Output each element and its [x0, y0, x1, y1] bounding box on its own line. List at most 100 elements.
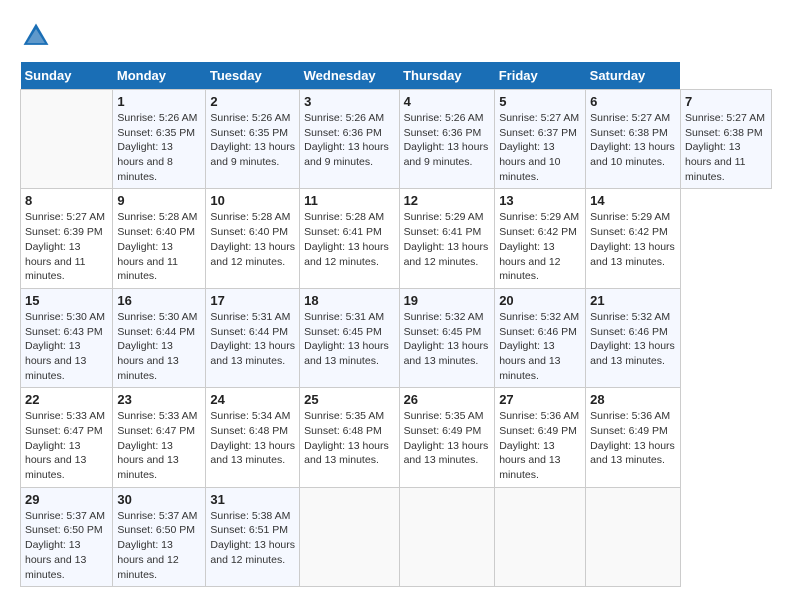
- sunset: Sunset: 6:38 PM: [590, 127, 668, 139]
- day-detail: Sunrise: 5:26 AM Sunset: 6:35 PM Dayligh…: [117, 111, 201, 184]
- day-detail: Sunrise: 5:28 AM Sunset: 6:41 PM Dayligh…: [304, 210, 394, 269]
- day-number: 20: [499, 293, 581, 308]
- daylight: Daylight: 13 hours and 12 minutes.: [404, 241, 489, 268]
- calendar-cell: [300, 487, 399, 586]
- day-detail: Sunrise: 5:36 AM Sunset: 6:49 PM Dayligh…: [590, 409, 676, 468]
- calendar-cell: 15 Sunrise: 5:30 AM Sunset: 6:43 PM Dayl…: [21, 288, 113, 387]
- day-detail: Sunrise: 5:28 AM Sunset: 6:40 PM Dayligh…: [210, 210, 295, 269]
- day-detail: Sunrise: 5:27 AM Sunset: 6:37 PM Dayligh…: [499, 111, 581, 184]
- day-number: 11: [304, 193, 394, 208]
- day-detail: Sunrise: 5:33 AM Sunset: 6:47 PM Dayligh…: [117, 409, 201, 482]
- sunset: Sunset: 6:39 PM: [25, 226, 103, 238]
- col-header-thursday: Thursday: [399, 62, 495, 90]
- day-number: 25: [304, 392, 394, 407]
- day-number: 1: [117, 94, 201, 109]
- day-detail: Sunrise: 5:35 AM Sunset: 6:48 PM Dayligh…: [304, 409, 394, 468]
- daylight: Daylight: 13 hours and 13 minutes.: [304, 440, 389, 467]
- day-number: 2: [210, 94, 295, 109]
- day-number: 10: [210, 193, 295, 208]
- sunset: Sunset: 6:35 PM: [117, 127, 195, 139]
- sunset: Sunset: 6:40 PM: [117, 226, 195, 238]
- day-number: 24: [210, 392, 295, 407]
- sunset: Sunset: 6:47 PM: [25, 425, 103, 437]
- sunrise: Sunrise: 5:30 AM: [117, 311, 197, 323]
- sunrise: Sunrise: 5:27 AM: [499, 112, 579, 124]
- sunrise: Sunrise: 5:26 AM: [404, 112, 484, 124]
- day-detail: Sunrise: 5:35 AM Sunset: 6:49 PM Dayligh…: [404, 409, 491, 468]
- sunset: Sunset: 6:42 PM: [499, 226, 577, 238]
- day-number: 13: [499, 193, 581, 208]
- col-header-saturday: Saturday: [586, 62, 681, 90]
- sunset: Sunset: 6:35 PM: [210, 127, 288, 139]
- day-detail: Sunrise: 5:26 AM Sunset: 6:36 PM Dayligh…: [304, 111, 394, 170]
- calendar-cell: 10 Sunrise: 5:28 AM Sunset: 6:40 PM Dayl…: [206, 189, 300, 288]
- calendar-cell: 14 Sunrise: 5:29 AM Sunset: 6:42 PM Dayl…: [586, 189, 681, 288]
- daylight: Daylight: 13 hours and 9 minutes.: [304, 141, 389, 168]
- daylight: Daylight: 13 hours and 13 minutes.: [304, 340, 389, 367]
- sunset: Sunset: 6:45 PM: [404, 326, 482, 338]
- sunrise: Sunrise: 5:28 AM: [117, 211, 197, 223]
- sunrise: Sunrise: 5:28 AM: [210, 211, 290, 223]
- day-number: 6: [590, 94, 676, 109]
- sunset: Sunset: 6:49 PM: [404, 425, 482, 437]
- sunset: Sunset: 6:42 PM: [590, 226, 668, 238]
- sunrise: Sunrise: 5:29 AM: [499, 211, 579, 223]
- day-detail: Sunrise: 5:37 AM Sunset: 6:50 PM Dayligh…: [25, 509, 108, 582]
- calendar-cell: 1 Sunrise: 5:26 AM Sunset: 6:35 PM Dayli…: [113, 90, 206, 189]
- day-number: 5: [499, 94, 581, 109]
- sunset: Sunset: 6:43 PM: [25, 326, 103, 338]
- calendar-cell: 16 Sunrise: 5:30 AM Sunset: 6:44 PM Dayl…: [113, 288, 206, 387]
- calendar-cell: 17 Sunrise: 5:31 AM Sunset: 6:44 PM Dayl…: [206, 288, 300, 387]
- sunrise: Sunrise: 5:29 AM: [404, 211, 484, 223]
- daylight: Daylight: 13 hours and 13 minutes.: [25, 440, 86, 481]
- calendar-cell: 2 Sunrise: 5:26 AM Sunset: 6:35 PM Dayli…: [206, 90, 300, 189]
- day-detail: Sunrise: 5:26 AM Sunset: 6:36 PM Dayligh…: [404, 111, 491, 170]
- day-number: 17: [210, 293, 295, 308]
- daylight: Daylight: 13 hours and 13 minutes.: [404, 340, 489, 367]
- sunset: Sunset: 6:50 PM: [117, 524, 195, 536]
- calendar-week-row: 15 Sunrise: 5:30 AM Sunset: 6:43 PM Dayl…: [21, 288, 772, 387]
- daylight: Daylight: 13 hours and 13 minutes.: [499, 440, 560, 481]
- calendar-cell: 6 Sunrise: 5:27 AM Sunset: 6:38 PM Dayli…: [586, 90, 681, 189]
- day-number: 18: [304, 293, 394, 308]
- sunrise: Sunrise: 5:35 AM: [404, 410, 484, 422]
- sunrise: Sunrise: 5:26 AM: [304, 112, 384, 124]
- daylight: Daylight: 13 hours and 10 minutes.: [499, 141, 560, 182]
- sunrise: Sunrise: 5:27 AM: [685, 112, 765, 124]
- day-detail: Sunrise: 5:32 AM Sunset: 6:46 PM Dayligh…: [590, 310, 676, 369]
- day-number: 30: [117, 492, 201, 507]
- day-number: 12: [404, 193, 491, 208]
- calendar-cell: 19 Sunrise: 5:32 AM Sunset: 6:45 PM Dayl…: [399, 288, 495, 387]
- day-detail: Sunrise: 5:28 AM Sunset: 6:40 PM Dayligh…: [117, 210, 201, 283]
- sunrise: Sunrise: 5:28 AM: [304, 211, 384, 223]
- day-number: 26: [404, 392, 491, 407]
- calendar-cell: 26 Sunrise: 5:35 AM Sunset: 6:49 PM Dayl…: [399, 388, 495, 487]
- day-number: 29: [25, 492, 108, 507]
- calendar-cell: 20 Sunrise: 5:32 AM Sunset: 6:46 PM Dayl…: [495, 288, 586, 387]
- calendar-week-row: 29 Sunrise: 5:37 AM Sunset: 6:50 PM Dayl…: [21, 487, 772, 586]
- col-header-tuesday: Tuesday: [206, 62, 300, 90]
- daylight: Daylight: 13 hours and 13 minutes.: [117, 340, 178, 381]
- daylight: Daylight: 13 hours and 11 minutes.: [685, 141, 746, 182]
- day-detail: Sunrise: 5:32 AM Sunset: 6:46 PM Dayligh…: [499, 310, 581, 383]
- calendar-week-row: 22 Sunrise: 5:33 AM Sunset: 6:47 PM Dayl…: [21, 388, 772, 487]
- day-number: 8: [25, 193, 108, 208]
- day-detail: Sunrise: 5:27 AM Sunset: 6:38 PM Dayligh…: [590, 111, 676, 170]
- sunset: Sunset: 6:44 PM: [210, 326, 288, 338]
- day-number: 31: [210, 492, 295, 507]
- day-detail: Sunrise: 5:27 AM Sunset: 6:38 PM Dayligh…: [685, 111, 767, 184]
- calendar-week-row: 1 Sunrise: 5:26 AM Sunset: 6:35 PM Dayli…: [21, 90, 772, 189]
- page-header: [20, 20, 772, 52]
- calendar-cell: 29 Sunrise: 5:37 AM Sunset: 6:50 PM Dayl…: [21, 487, 113, 586]
- daylight: Daylight: 13 hours and 12 minutes.: [210, 241, 295, 268]
- daylight: Daylight: 13 hours and 11 minutes.: [117, 241, 178, 282]
- calendar-cell: 25 Sunrise: 5:35 AM Sunset: 6:48 PM Dayl…: [300, 388, 399, 487]
- sunrise: Sunrise: 5:26 AM: [210, 112, 290, 124]
- day-detail: Sunrise: 5:34 AM Sunset: 6:48 PM Dayligh…: [210, 409, 295, 468]
- calendar-cell: 12 Sunrise: 5:29 AM Sunset: 6:41 PM Dayl…: [399, 189, 495, 288]
- sunset: Sunset: 6:48 PM: [210, 425, 288, 437]
- daylight: Daylight: 13 hours and 13 minutes.: [590, 440, 675, 467]
- sunrise: Sunrise: 5:27 AM: [25, 211, 105, 223]
- calendar-week-row: 8 Sunrise: 5:27 AM Sunset: 6:39 PM Dayli…: [21, 189, 772, 288]
- sunrise: Sunrise: 5:35 AM: [304, 410, 384, 422]
